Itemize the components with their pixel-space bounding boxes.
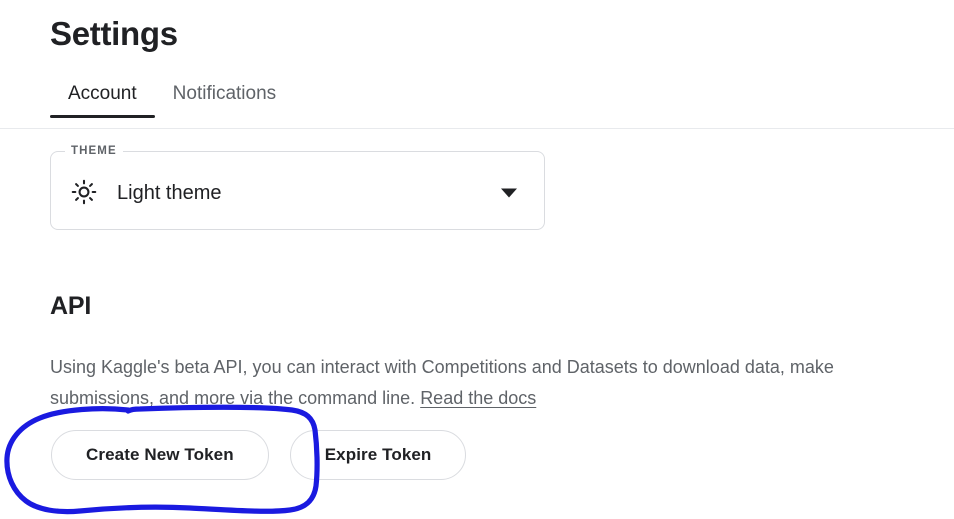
api-button-row: Create New Token Expire Token bbox=[51, 430, 467, 480]
theme-selected-value: Light theme bbox=[117, 182, 222, 204]
theme-selector[interactable]: THEME Light theme bbox=[50, 145, 545, 230]
read-the-docs-link[interactable]: Read the docs bbox=[420, 388, 536, 408]
theme-select-row[interactable]: Light theme bbox=[51, 157, 544, 229]
tab-divider bbox=[0, 128, 954, 129]
tab-bar: Account Notifications bbox=[50, 82, 294, 118]
api-description: Using Kaggle's beta API, you can interac… bbox=[50, 352, 930, 414]
api-heading: API bbox=[50, 292, 92, 320]
tab-account[interactable]: Account bbox=[50, 82, 155, 118]
sun-icon bbox=[71, 179, 97, 205]
create-new-token-button[interactable]: Create New Token bbox=[51, 430, 269, 480]
tab-notifications[interactable]: Notifications bbox=[155, 82, 295, 118]
page-title: Settings bbox=[50, 15, 178, 52]
chevron-down-icon[interactable] bbox=[501, 188, 517, 198]
theme-legend: THEME bbox=[71, 145, 117, 157]
expire-token-button[interactable]: Expire Token bbox=[289, 430, 467, 480]
settings-page: Settings Account Notifications THEME Lig… bbox=[0, 0, 954, 519]
